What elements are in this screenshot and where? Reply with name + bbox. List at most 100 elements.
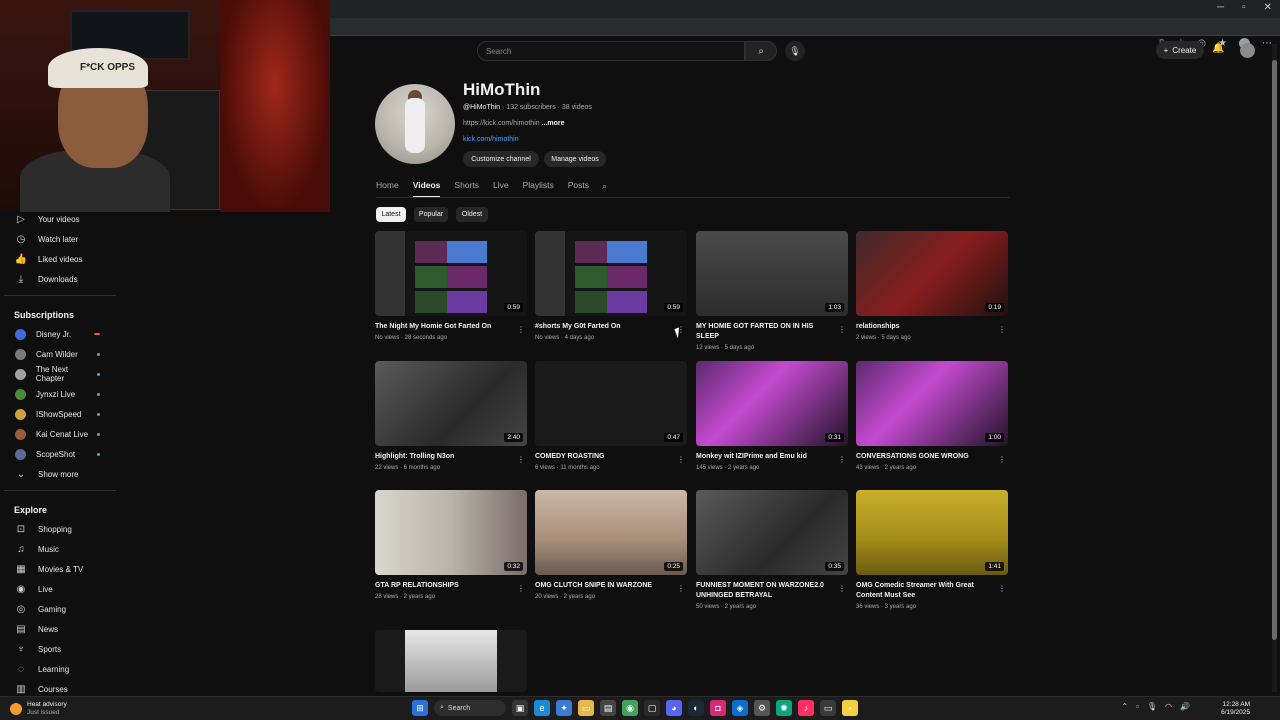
tab-live[interactable]: Live — [493, 180, 509, 194]
video-card[interactable]: 1:00 CONVERSATIONS GONE WRONG 43 views · 2… — [856, 361, 1008, 471]
copilot-icon[interactable]: ✦ — [556, 700, 572, 716]
sidebar-item-gaming[interactable]: ◎ Gaming — [0, 599, 120, 619]
search-input[interactable]: Search — [477, 41, 745, 61]
search-button[interactable]: ⌕ — [745, 41, 777, 61]
discord-icon[interactable]: ◕ — [666, 700, 682, 716]
tray-app-icon[interactable]: ▫ — [1136, 702, 1139, 711]
chip-popular[interactable]: Popular — [414, 207, 448, 222]
chip-latest[interactable]: Latest — [376, 207, 406, 222]
minimize-icon[interactable]: ─ — [1217, 2, 1224, 13]
app-blue-icon[interactable]: ◈ — [732, 700, 748, 716]
subscription-item[interactable]: ScopeShot — [0, 444, 120, 464]
account-avatar[interactable] — [1240, 43, 1255, 58]
sidebar-item-liked-videos[interactable]: 👍 Liked videos — [0, 249, 120, 269]
channel-avatar[interactable] — [375, 84, 455, 164]
video-thumbnail[interactable]: 0:47 — [535, 361, 687, 446]
video-thumbnail[interactable]: 0:32 — [375, 490, 527, 575]
customize-channel-button[interactable]: Customize channel — [463, 151, 539, 167]
video-title[interactable]: OMG CLUTCH SNIPE IN WARZONE — [535, 581, 675, 591]
weather-widget[interactable]: Heat advisory Just issued — [10, 701, 67, 717]
more-options-icon[interactable]: ⋮ — [677, 584, 685, 593]
video-thumbnail[interactable]: 0:59 — [535, 231, 687, 316]
tab-playlists[interactable]: Playlists — [523, 180, 554, 194]
video-card[interactable]: 0:25 OMG CLUTCH SNIPE IN WARZONE 20 views … — [535, 490, 687, 600]
video-card[interactable]: 0:47 COMEDY ROASTING 6 views · 11 months a… — [535, 361, 687, 471]
create-button[interactable]: + Create — [1156, 41, 1204, 59]
video-title[interactable]: #shorts My G0t Farted On — [535, 322, 675, 332]
microphone-tray-icon[interactable]: 🎙 — [1147, 702, 1157, 711]
video-thumbnail[interactable]: 0:19 — [856, 231, 1008, 316]
tab-posts[interactable]: Posts — [568, 180, 589, 194]
more-options-icon[interactable]: ⋮ — [517, 455, 525, 464]
more-options-icon[interactable]: ⋮ — [517, 584, 525, 593]
video-thumbnail[interactable]: 0:31 — [696, 361, 848, 446]
video-thumbnail[interactable]: 1:03 — [696, 231, 848, 316]
video-card[interactable]: 0:19 relationships 2 views · 5 days ago ⋮ — [856, 231, 1008, 341]
video-title[interactable]: Highlight: Trolling N3on — [375, 452, 515, 462]
tab-shorts[interactable]: Shorts — [454, 180, 479, 194]
channel-link[interactable]: kick.com/himothin — [463, 136, 519, 143]
tray-chevron-icon[interactable]: ⌃ — [1121, 702, 1128, 711]
video-card[interactable]: 0:59 The Night My Homie Got Farted On No v… — [375, 231, 527, 341]
video-card[interactable] — [375, 630, 527, 692]
sidebar-item-your-videos[interactable]: ▷ Your videos — [0, 209, 120, 229]
instagram-icon[interactable]: ◘ — [710, 700, 726, 716]
video-title[interactable]: The Night My Homie Got Farted On — [375, 322, 515, 332]
more-options-icon[interactable]: ⋮ — [517, 325, 525, 334]
sidebar-item-movies-tv[interactable]: ▦ Movies & TV — [0, 559, 120, 579]
taskbar-clock[interactable]: 12:28 AM 6/19/2025 — [1221, 701, 1250, 717]
sidebar-item-shopping[interactable]: ⊡ Shopping — [0, 519, 120, 539]
sidebar-item-sports[interactable]: ♆ Sports — [0, 639, 120, 659]
chatgpt-icon[interactable]: ✺ — [776, 700, 792, 716]
steam-icon[interactable]: ◐ — [688, 700, 704, 716]
close-icon[interactable]: ✕ — [1264, 2, 1272, 13]
scrollbar-thumb[interactable] — [1272, 60, 1277, 640]
more-options-icon[interactable]: ⋮ — [838, 584, 846, 593]
video-card[interactable]: 0:35 FUNNIEST MOMENT ON WARZONE2.0 UNHING… — [696, 490, 848, 610]
wifi-icon[interactable]: ◠ — [1165, 702, 1172, 711]
video-thumbnail[interactable]: 0:25 — [535, 490, 687, 575]
subscription-item[interactable]: Jynxzi Live — [0, 384, 120, 404]
subscription-item[interactable]: Cam Wilder — [0, 344, 120, 364]
store-icon[interactable]: ▤ — [600, 700, 616, 716]
terminal-icon[interactable]: ▭ — [820, 700, 836, 716]
maximize-icon[interactable]: ▫ — [1242, 2, 1246, 13]
tab-home[interactable]: Home — [376, 180, 399, 194]
task-view-icon[interactable]: ▣ — [512, 700, 528, 716]
more-options-icon[interactable]: ⋮ — [998, 325, 1006, 334]
more-options-icon[interactable]: ⋮ — [838, 325, 846, 334]
sidebar-item-watch-later[interactable]: ◷ Watch later — [0, 229, 120, 249]
video-card[interactable]: 1:03 MY HOMIE GOT FARTED ON IN HIS SLEEP 1… — [696, 231, 848, 351]
sidebar-item-downloads[interactable]: ⤓ Downloads — [0, 269, 120, 289]
edge-browser-icon[interactable]: e — [534, 700, 550, 716]
subscription-item[interactable]: Kai Cenat Live — [0, 424, 120, 444]
more-options-icon[interactable]: ⋮ — [998, 455, 1006, 464]
notifications-bell-icon[interactable]: 🔔 — [1212, 43, 1224, 54]
video-card[interactable]: 2:40 Highlight: Trolling N3on 22 views · 6… — [375, 361, 527, 471]
video-thumbnail[interactable]: 1:00 — [856, 361, 1008, 446]
file-explorer-icon[interactable]: ▭ — [578, 700, 594, 716]
channel-search-icon[interactable]: ⌕ — [602, 181, 607, 192]
subscription-item[interactable]: Disney Jr. — [0, 324, 120, 344]
tab-videos[interactable]: Videos — [412, 180, 441, 198]
channel-description[interactable]: https://kick.com/himothin ...more — [463, 120, 565, 127]
sticky-notes-icon[interactable]: ▪ — [842, 700, 858, 716]
video-title[interactable]: COMEDY ROASTING — [535, 452, 675, 462]
video-card[interactable]: 0:32 GTA RP RELATIONSHIPS 28 views · 2 yea… — [375, 490, 527, 600]
video-title[interactable]: FUNNIEST MOMENT ON WARZONE2.0 UNHINGED B… — [696, 581, 836, 601]
show-more-button[interactable]: ⌄ Show more — [0, 464, 120, 484]
video-thumbnail[interactable]: 1:41 — [856, 490, 1008, 575]
sidebar-item-music[interactable]: ♫ Music — [0, 539, 120, 559]
video-title[interactable]: CONVERSATIONS GONE WRONG — [856, 452, 996, 462]
subscription-item[interactable]: IShowSpeed — [0, 404, 120, 424]
video-card[interactable]: 0:31 Monkey wit IZIPrime and Emu kid 145 v… — [696, 361, 848, 471]
video-title[interactable]: MY HOMIE GOT FARTED ON IN HIS SLEEP — [696, 322, 836, 342]
tiktok-icon[interactable]: ♪ — [798, 700, 814, 716]
settings-gear-icon[interactable]: ⚙ — [754, 700, 770, 716]
video-card[interactable]: 0:59 #shorts My G0t Farted On No views · 4… — [535, 231, 687, 341]
video-title[interactable]: Monkey wit IZIPrime and Emu kid — [696, 452, 836, 462]
chrome-browser-icon[interactable]: ◉ — [622, 700, 638, 716]
voice-search-button[interactable]: 🎙 — [785, 41, 805, 61]
video-thumbnail[interactable]: 0:59 — [375, 231, 527, 316]
video-card[interactable]: 1:41 OMG Comedic Streamer With Great Cont… — [856, 490, 1008, 610]
